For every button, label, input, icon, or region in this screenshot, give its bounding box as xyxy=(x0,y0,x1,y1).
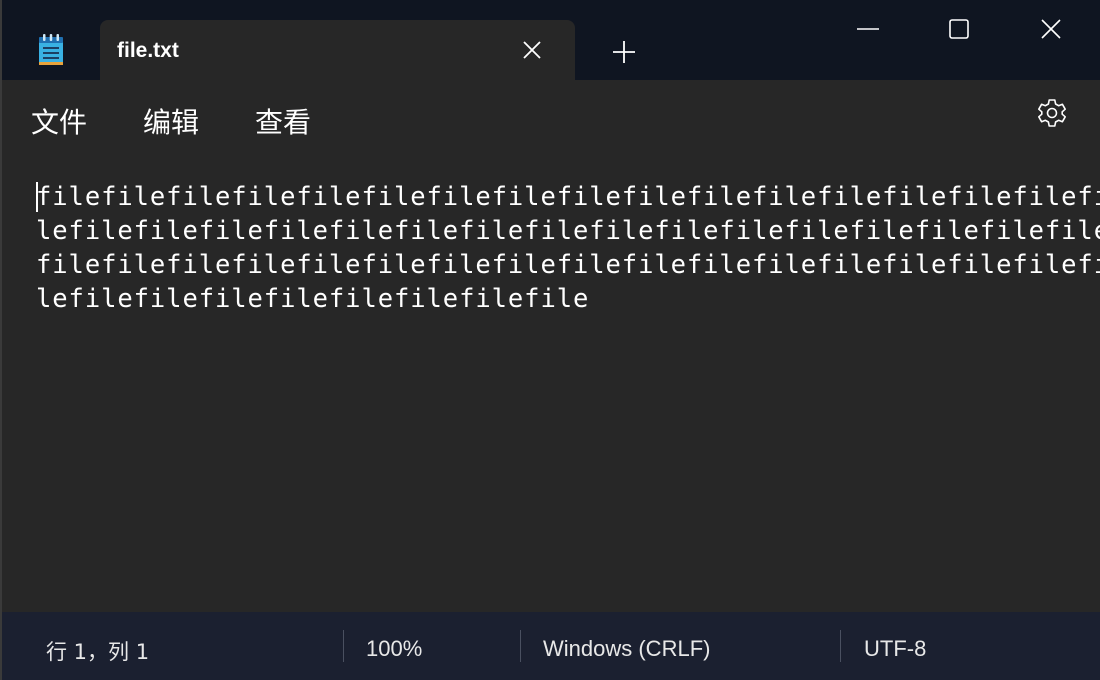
notepad-icon xyxy=(39,34,63,65)
menu-file[interactable]: 文件 xyxy=(31,101,87,141)
status-divider xyxy=(343,630,344,662)
menu-view[interactable]: 查看 xyxy=(255,101,311,141)
gear-icon[interactable] xyxy=(1036,97,1068,129)
window-edge xyxy=(0,0,2,680)
tab-title: file.txt xyxy=(117,39,179,62)
text-caret xyxy=(36,182,38,212)
notepad-window: file.txt 文件 编辑 查看 filefilefilefilefilefi… xyxy=(0,0,1100,680)
close-window-button[interactable] xyxy=(1005,0,1097,58)
editor-line: filefilefilefilefilefilefilefilefilefile… xyxy=(36,250,1100,280)
status-divider xyxy=(840,630,841,662)
editor-line: lefilefilefilefilefilefilefilefilefilefi… xyxy=(36,216,1100,246)
editor-line: filefilefilefilefilefilefilefilefilefile… xyxy=(36,182,1100,212)
close-icon xyxy=(1041,19,1061,39)
zoom-level[interactable]: 100% xyxy=(366,636,422,662)
plus-icon[interactable] xyxy=(610,38,638,66)
menu-edit[interactable]: 编辑 xyxy=(143,101,199,141)
encoding[interactable]: UTF-8 xyxy=(864,636,926,662)
text-editor[interactable]: filefilefilefilefilefilefilefilefilefile… xyxy=(0,148,1100,612)
status-divider xyxy=(520,630,521,662)
editor-line: lefilefilefilefilefilefilefilefile xyxy=(36,284,590,314)
line-ending[interactable]: Windows (CRLF) xyxy=(543,636,710,662)
maximize-button[interactable] xyxy=(913,0,1005,58)
cursor-position: 行 1，列 1 xyxy=(46,640,150,664)
tab-file-txt[interactable]: file.txt xyxy=(100,20,575,80)
minimize-icon xyxy=(857,28,879,30)
minimize-button[interactable] xyxy=(822,0,914,58)
menu-bar: 文件 编辑 查看 xyxy=(0,80,1100,148)
status-bar: 行 1，列 1 100% Windows (CRLF) UTF-8 xyxy=(0,612,1100,680)
close-icon[interactable] xyxy=(520,38,544,62)
title-bar: file.txt xyxy=(0,0,1100,80)
maximize-icon xyxy=(949,19,969,39)
